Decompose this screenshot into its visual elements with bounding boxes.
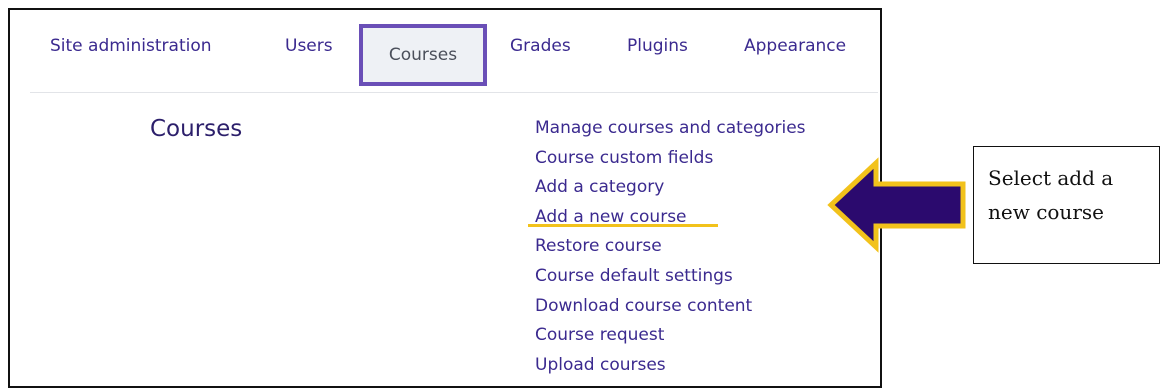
tab-plugins[interactable]: Plugins: [627, 36, 688, 56]
instruction-callout: Select add a new course: [973, 146, 1160, 264]
tab-appearance[interactable]: Appearance: [744, 36, 846, 56]
admin-tab-bar: Site administration Users Courses Grades…: [10, 24, 880, 92]
link-upload-courses[interactable]: Upload courses: [535, 351, 806, 381]
link-course-default-settings[interactable]: Course default settings: [535, 262, 806, 292]
section-title: Courses: [150, 116, 243, 142]
screenshot-frame: Site administration Users Courses Grades…: [8, 8, 882, 388]
tab-users[interactable]: Users: [285, 36, 333, 56]
link-add-category[interactable]: Add a category: [535, 173, 806, 203]
link-manage-courses[interactable]: Manage courses and categories: [535, 114, 806, 144]
link-restore-course[interactable]: Restore course: [535, 232, 806, 262]
arrow-left-icon: [827, 157, 966, 253]
tab-site-administration[interactable]: Site administration: [50, 36, 212, 56]
link-download-course-content[interactable]: Download course content: [535, 292, 806, 322]
tab-divider: [30, 92, 878, 93]
course-links-list: Manage courses and categories Course cus…: [535, 114, 806, 380]
tab-courses[interactable]: Courses: [359, 24, 487, 86]
tab-grades[interactable]: Grades: [510, 36, 571, 56]
link-add-new-course[interactable]: Add a new course: [535, 203, 806, 233]
highlight-underline: [528, 224, 718, 227]
link-course-request[interactable]: Course request: [535, 321, 806, 351]
link-course-custom-fields[interactable]: Course custom fields: [535, 144, 806, 174]
